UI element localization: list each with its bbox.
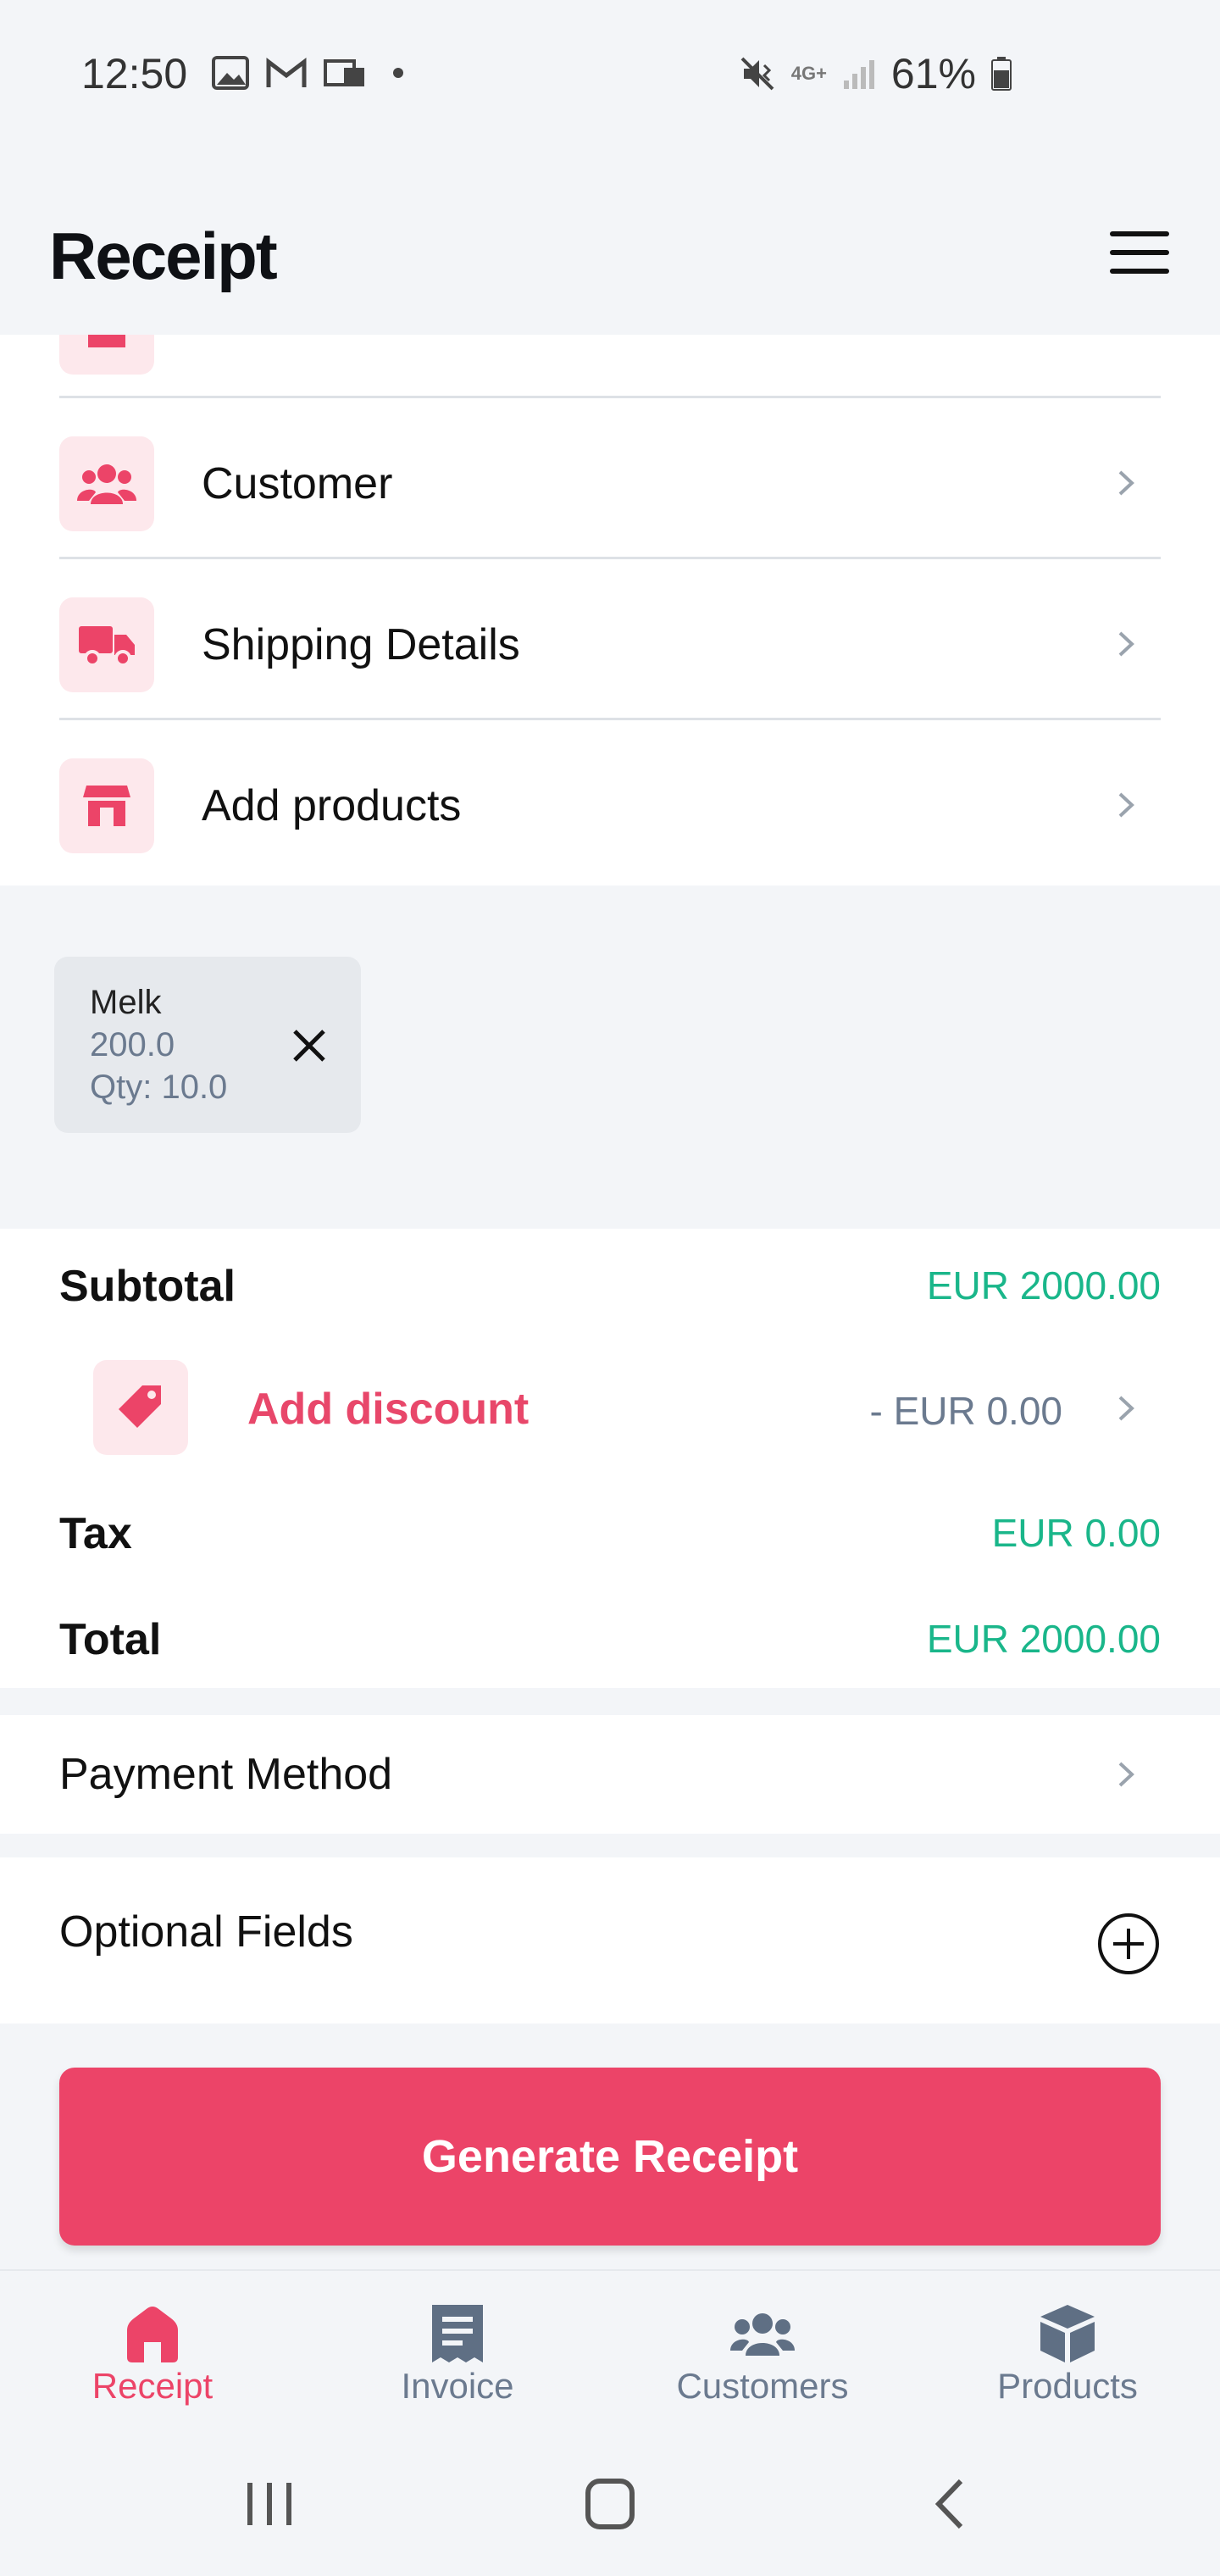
product-quantity: Qty: 10.0: [90, 1069, 228, 1106]
tax-value: EUR 0.00: [991, 1511, 1161, 1555]
row-shipping-details[interactable]: Shipping Details: [0, 559, 1220, 720]
tab-label: Receipt: [92, 2366, 214, 2406]
page-title: Receipt: [49, 219, 278, 293]
more-notifications-dot: [393, 68, 403, 78]
row-customer[interactable]: Customer: [0, 398, 1220, 559]
product-price: 200.0: [90, 1026, 175, 1063]
store-icon: [59, 335, 154, 375]
tab-label: Customers: [676, 2366, 849, 2406]
chevron-right-icon: [1118, 792, 1134, 818]
image-icon: [212, 56, 249, 90]
tab-invoice[interactable]: Invoice: [305, 2271, 610, 2434]
mail-icon: [324, 59, 364, 86]
product-name: Melk: [90, 984, 162, 1021]
users-icon: [730, 2313, 795, 2356]
tab-products[interactable]: Products: [915, 2271, 1220, 2434]
tax-label: Tax: [59, 1509, 132, 1558]
notification-icons: [212, 56, 403, 90]
system-icons: 4G+ 61%: [739, 49, 1012, 98]
optional-fields-label: Optional Fields: [59, 1907, 353, 1957]
optional-fields-row[interactable]: Optional Fields: [0, 1857, 1220, 2024]
selected-products-area: Melk 200.0 Qty: 10.0: [0, 886, 1220, 1229]
subtotal-label: Subtotal: [59, 1262, 236, 1311]
total-label: Total: [59, 1615, 162, 1664]
row-business-details[interactable]: Business Details: [0, 335, 1220, 398]
chevron-right-icon: [1118, 631, 1134, 657]
product-chip[interactable]: Melk 200.0 Qty: 10.0: [54, 957, 361, 1133]
signal-icon: [843, 60, 874, 89]
battery-percent: 61%: [890, 50, 976, 97]
store-icon: [59, 758, 154, 853]
battery-icon: [991, 57, 1012, 91]
tab-label: Invoice: [401, 2366, 514, 2406]
bottom-tab-bar: Receipt Invoice Customers Products: [0, 2269, 1220, 2432]
row-label: Business Details: [202, 335, 527, 344]
discount-value: - EUR 0.00: [869, 1389, 1062, 1433]
row-label: Customer: [202, 459, 393, 508]
add-discount-label: Add discount: [247, 1385, 530, 1434]
total-value: EUR 2000.00: [926, 1617, 1161, 1661]
totals-section: Subtotal EUR 2000.00 Add discount - EUR …: [0, 1229, 1220, 1688]
generate-receipt-button[interactable]: Generate Receipt: [59, 2068, 1161, 2246]
tab-customers[interactable]: Customers: [610, 2271, 915, 2434]
users-icon: [59, 436, 154, 531]
recent-apps-icon[interactable]: [236, 2474, 303, 2534]
gmail-icon: [266, 57, 307, 87]
chevron-right-icon: [1118, 1396, 1134, 1421]
subtotal-value: EUR 2000.00: [926, 1263, 1161, 1307]
tag-icon: [93, 1360, 188, 1455]
system-navigation-bar: [0, 2432, 1220, 2576]
back-icon[interactable]: [917, 2474, 984, 2534]
row-add-products[interactable]: Add products: [0, 720, 1220, 881]
status-time: 12:50: [81, 50, 188, 97]
payment-method-label: Payment Method: [59, 1750, 393, 1799]
mute-icon: [740, 57, 774, 91]
truck-icon: [59, 597, 154, 692]
row-label: Shipping Details: [202, 620, 520, 669]
network-type: 4G+: [790, 63, 827, 84]
app-header: Receipt: [0, 157, 1220, 335]
receipt-sections-list: Business Details Customer Shipping Detai…: [0, 335, 1220, 886]
payment-method-row[interactable]: Payment Method: [0, 1715, 1220, 1834]
chevron-right-icon: [1118, 1762, 1134, 1787]
tab-receipt[interactable]: Receipt: [0, 2271, 305, 2434]
row-label: Add products: [202, 781, 462, 830]
add-circle-icon[interactable]: [1096, 1912, 1161, 1976]
invoice-icon: [432, 2305, 483, 2362]
status-bar: 12:50 4G+ 61%: [0, 0, 1220, 157]
close-icon[interactable]: [290, 1026, 329, 1065]
tab-label: Products: [997, 2366, 1138, 2406]
box-icon: [1040, 2305, 1095, 2362]
chevron-right-icon: [1118, 470, 1134, 496]
home-button-icon[interactable]: [576, 2474, 644, 2534]
home-icon: [127, 2307, 178, 2362]
hamburger-menu-icon[interactable]: [1110, 231, 1169, 274]
